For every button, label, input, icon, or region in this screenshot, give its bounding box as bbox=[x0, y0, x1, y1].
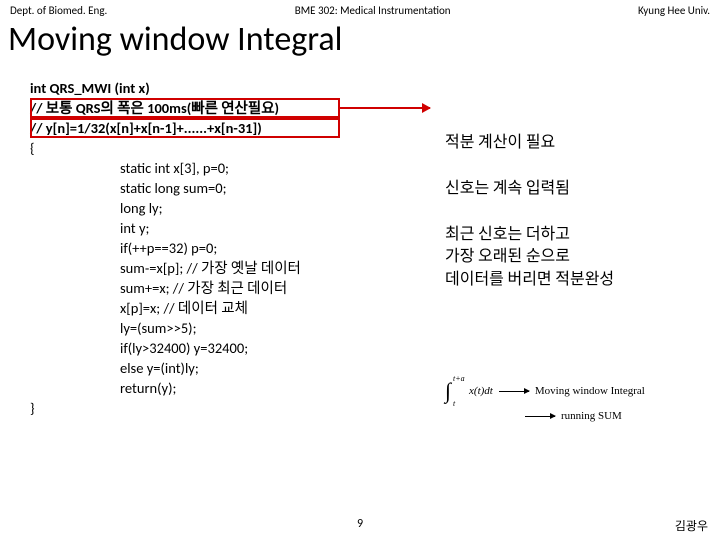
slide-footer: 9 김광우 bbox=[0, 517, 720, 534]
slide-header: Dept. of Biomed. Eng. BME 302: Medical I… bbox=[0, 0, 720, 19]
annotation-1: 적분 계산이 필요 bbox=[445, 132, 555, 154]
code-line: long ly; bbox=[30, 198, 702, 218]
code-line: x[p]=x; // 데이터 교체 bbox=[30, 298, 702, 318]
slide-content: int QRS_MWI (int x) // 보통 QRS의 폭은 100ms(… bbox=[0, 78, 720, 418]
arrow-icon bbox=[499, 391, 529, 392]
header-left: Dept. of Biomed. Eng. bbox=[10, 4, 107, 17]
eq-label-2: running SUM bbox=[561, 410, 622, 422]
annotation-3: 최근 신호는 더하고 가장 오래된 순으로 데이터를 버리면 적분완성 bbox=[445, 224, 614, 291]
code-line: else y=(int)ly; bbox=[30, 358, 702, 378]
code-line: ly=(sum>>5); bbox=[30, 318, 702, 338]
slide-title: Moving window Integral bbox=[0, 19, 720, 78]
code-line: static int x[3], p=0; bbox=[30, 158, 702, 178]
header-right: Kyung Hee Univ. bbox=[638, 4, 710, 17]
header-center: BME 302: Medical Instrumentation bbox=[295, 4, 451, 17]
equation-figure: ∫t+at x(t)dt Moving window Integral runn… bbox=[445, 378, 700, 438]
eq-label-1: Moving window Integral bbox=[535, 385, 645, 397]
integral-icon: ∫t+at bbox=[445, 378, 451, 404]
page-number: 9 bbox=[357, 517, 363, 531]
code-line: if(ly>32400) y=32400; bbox=[30, 338, 702, 358]
highlight-box-1 bbox=[30, 98, 340, 118]
code-line: static long sum=0; bbox=[30, 178, 702, 198]
code-brace-open: { bbox=[30, 138, 702, 158]
author-name: 김광우 bbox=[675, 517, 708, 534]
arrow-icon bbox=[525, 416, 555, 417]
highlight-box-2 bbox=[30, 118, 340, 138]
code-fn-signature: int QRS_MWI (int x) bbox=[30, 78, 702, 98]
integral-expr: x(t)dt bbox=[469, 385, 493, 397]
annotation-2: 신호는 계속 입력됨 bbox=[445, 178, 570, 200]
arrow-icon bbox=[340, 107, 430, 109]
